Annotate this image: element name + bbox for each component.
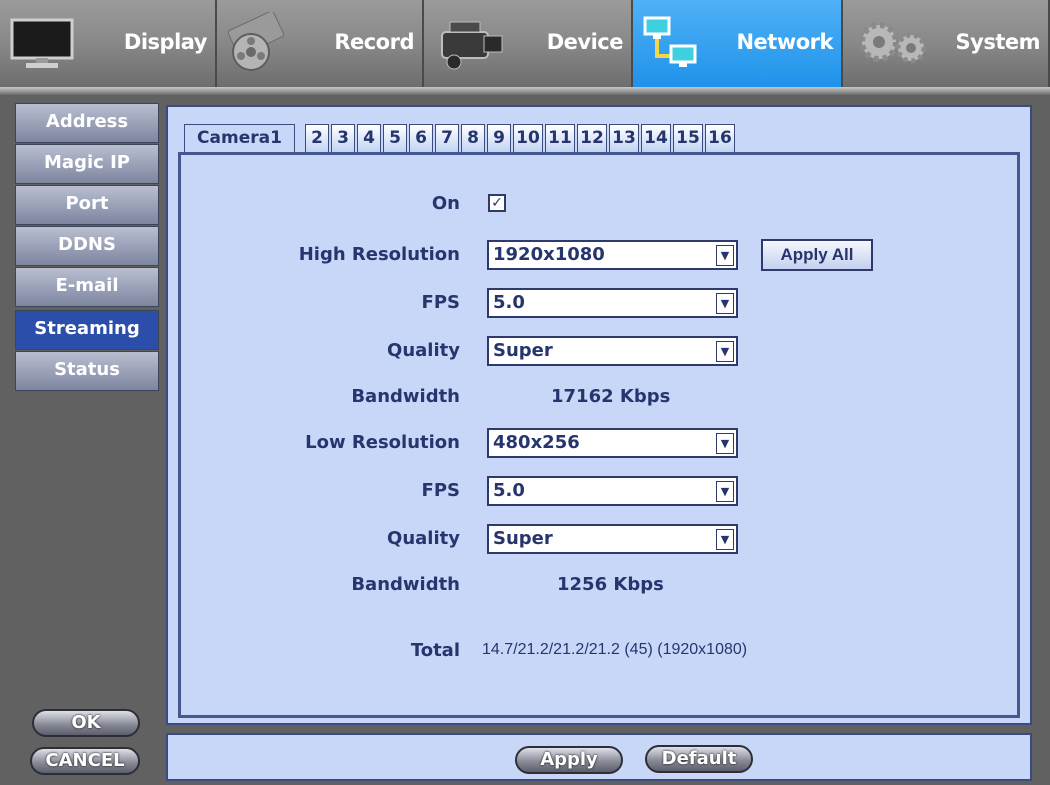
- tab-camera-8[interactable]: 8: [461, 124, 485, 154]
- high-fps-label: FPS: [421, 292, 460, 313]
- tab-camera-16[interactable]: 16: [705, 124, 735, 154]
- sidebar-item-streaming[interactable]: Streaming: [15, 310, 159, 350]
- sidebar-item-label: Magic IP: [44, 152, 130, 173]
- nav-divider: [0, 87, 1050, 95]
- high-quality-label: Quality: [387, 340, 460, 361]
- tab-camera-12[interactable]: 12: [577, 124, 607, 154]
- high-resolution-label: High Resolution: [298, 244, 460, 265]
- sidebar-item-label: E-mail: [55, 275, 119, 296]
- sidebar-item-label: Streaming: [34, 318, 140, 339]
- low-resolution-value: 480x256: [493, 432, 580, 453]
- low-quality-label: Quality: [387, 528, 460, 549]
- tab-camera-13[interactable]: 13: [609, 124, 639, 154]
- apply-all-button[interactable]: Apply All: [761, 239, 873, 271]
- low-resolution-select[interactable]: 480x256 ▼: [487, 428, 738, 458]
- tab-camera-5[interactable]: 5: [383, 124, 407, 154]
- tab-camera-6[interactable]: 6: [409, 124, 433, 154]
- tab-camera-7[interactable]: 7: [435, 124, 459, 154]
- tab-camera-10[interactable]: 10: [513, 124, 543, 154]
- low-quality-value: Super: [493, 528, 553, 549]
- tab-camera-11[interactable]: 11: [545, 124, 575, 154]
- low-quality-select[interactable]: Super ▼: [487, 524, 738, 554]
- low-bandwidth-value: 1256 Kbps: [557, 574, 664, 595]
- low-fps-value: 5.0: [493, 480, 525, 501]
- low-bandwidth-label: Bandwidth: [351, 574, 460, 595]
- high-fps-value: 5.0: [493, 292, 525, 313]
- monitor-icon: [10, 18, 74, 68]
- nav-tab-label: Network: [736, 30, 833, 54]
- low-resolution-label: Low Resolution: [305, 432, 460, 453]
- chevron-down-icon: ▼: [716, 529, 734, 550]
- sidebar-item-address[interactable]: Address: [15, 103, 159, 143]
- low-fps-label: FPS: [421, 480, 460, 501]
- camcorder-icon: [441, 21, 503, 70]
- nav-tab-label: Record: [334, 30, 414, 54]
- gears-icon: [859, 22, 927, 64]
- on-checkbox[interactable]: ✓: [488, 194, 506, 212]
- nav-tab-system[interactable]: System: [843, 0, 1050, 88]
- high-resolution-value: 1920x1080: [493, 244, 605, 265]
- tab-camera-15[interactable]: 15: [673, 124, 703, 154]
- nav-tab-network[interactable]: Network: [633, 0, 843, 88]
- high-quality-value: Super: [493, 340, 553, 361]
- tab-camera-2[interactable]: 2: [305, 124, 329, 154]
- nav-tab-display[interactable]: Display: [0, 0, 217, 88]
- total-value: 14.7/21.2/21.2/21.2 (45) (1920x1080): [482, 641, 748, 658]
- sidebar-item-ddns[interactable]: DDNS: [15, 226, 159, 266]
- nav-tab-label: System: [955, 30, 1041, 54]
- sidebar-item-label: Address: [45, 111, 129, 132]
- cancel-button[interactable]: CANCEL: [30, 747, 140, 775]
- on-label: On: [431, 193, 460, 214]
- nav-tab-label: Display: [123, 30, 208, 54]
- high-bandwidth-label: Bandwidth: [351, 386, 460, 407]
- chevron-down-icon: ▼: [716, 481, 734, 502]
- nav-tab-label: Device: [546, 30, 624, 54]
- chevron-down-icon: ▼: [716, 293, 734, 314]
- sidebar-item-port[interactable]: Port: [15, 185, 159, 225]
- network-icon: [643, 16, 697, 67]
- high-quality-select[interactable]: Super ▼: [487, 336, 738, 366]
- sidebar-item-email[interactable]: E-mail: [15, 267, 159, 307]
- high-resolution-select[interactable]: 1920x1080 ▼: [487, 240, 738, 270]
- ok-button[interactable]: OK: [32, 709, 140, 737]
- sidebar-item-label: DDNS: [58, 234, 116, 255]
- chevron-down-icon: ▼: [716, 341, 734, 362]
- total-label: Total: [410, 640, 460, 661]
- apply-button[interactable]: Apply: [515, 746, 623, 774]
- chevron-down-icon: ▼: [716, 433, 734, 454]
- film-reel-icon: [227, 12, 284, 71]
- nav-tab-record[interactable]: Record: [217, 0, 424, 88]
- nav-tab-device[interactable]: Device: [424, 0, 633, 88]
- chevron-down-icon: ▼: [716, 245, 734, 266]
- default-button[interactable]: Default: [645, 745, 753, 773]
- check-icon: ✓: [491, 195, 503, 211]
- sidebar-item-label: Port: [65, 193, 109, 214]
- sidebar-item-status[interactable]: Status: [15, 351, 159, 391]
- tab-camera-4[interactable]: 4: [357, 124, 381, 154]
- high-bandwidth-value: 17162 Kbps: [551, 386, 671, 407]
- tab-camera-3[interactable]: 3: [331, 124, 355, 154]
- sidebar-item-magic-ip[interactable]: Magic IP: [15, 144, 159, 184]
- tab-camera-14[interactable]: 14: [641, 124, 671, 154]
- low-fps-select[interactable]: 5.0 ▼: [487, 476, 738, 506]
- tab-camera-9[interactable]: 9: [487, 124, 511, 154]
- high-fps-select[interactable]: 5.0 ▼: [487, 288, 738, 318]
- sidebar-item-label: Status: [54, 359, 120, 380]
- top-navigation-bar: Display Record Device Network System: [0, 0, 1050, 92]
